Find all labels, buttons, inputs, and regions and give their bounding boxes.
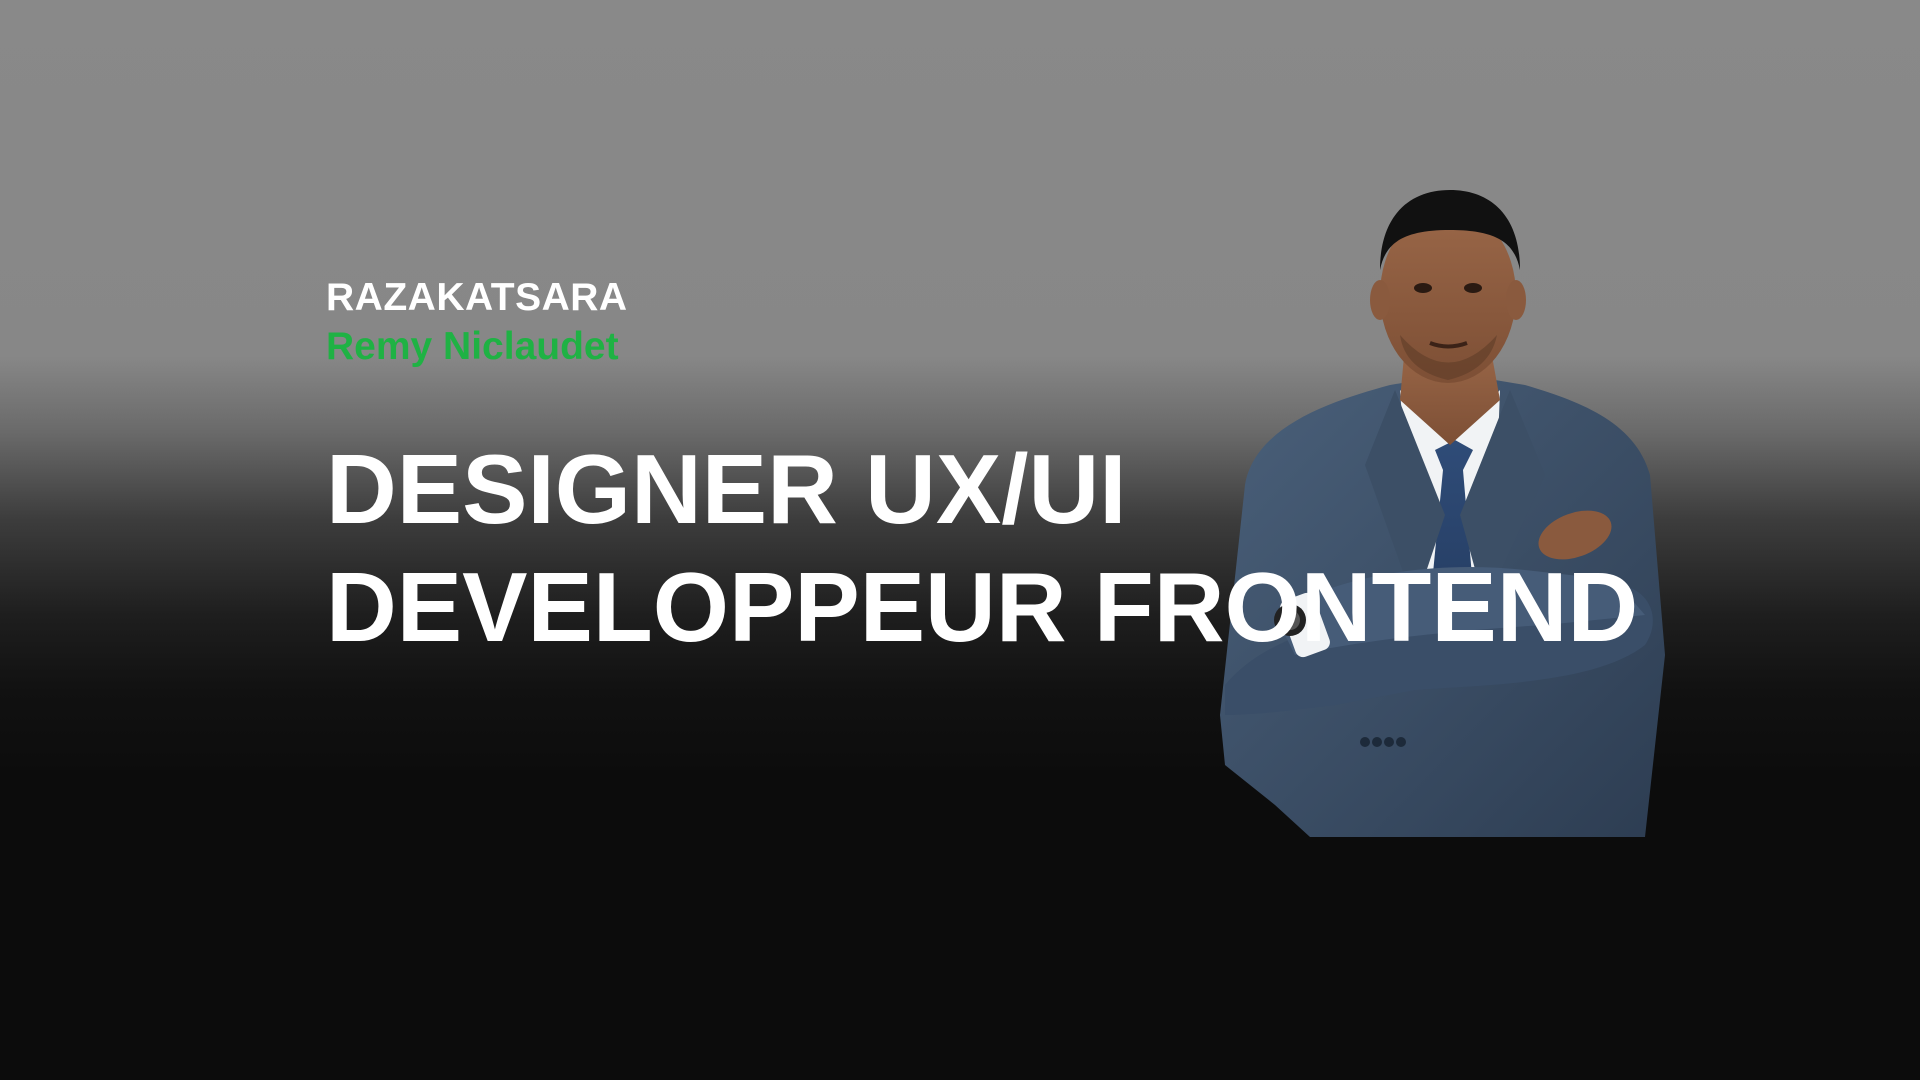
last-name: RAZAKATSARA (326, 276, 628, 319)
name-block: RAZAKATSARA Remy Niclaudet (326, 275, 628, 371)
headline-line-developer: DEVELOPPEUR FRONTEND (326, 552, 1639, 662)
hero-section: RAZAKATSARA Remy Niclaudet DESIGNER UX/U… (0, 0, 1920, 1080)
first-name: Remy Niclaudet (326, 324, 619, 368)
headline-line-designer: DESIGNER UX/UI (326, 434, 1127, 544)
headline: DESIGNER UX/UI DEVELOPPEUR FRONTEND (326, 430, 1638, 666)
